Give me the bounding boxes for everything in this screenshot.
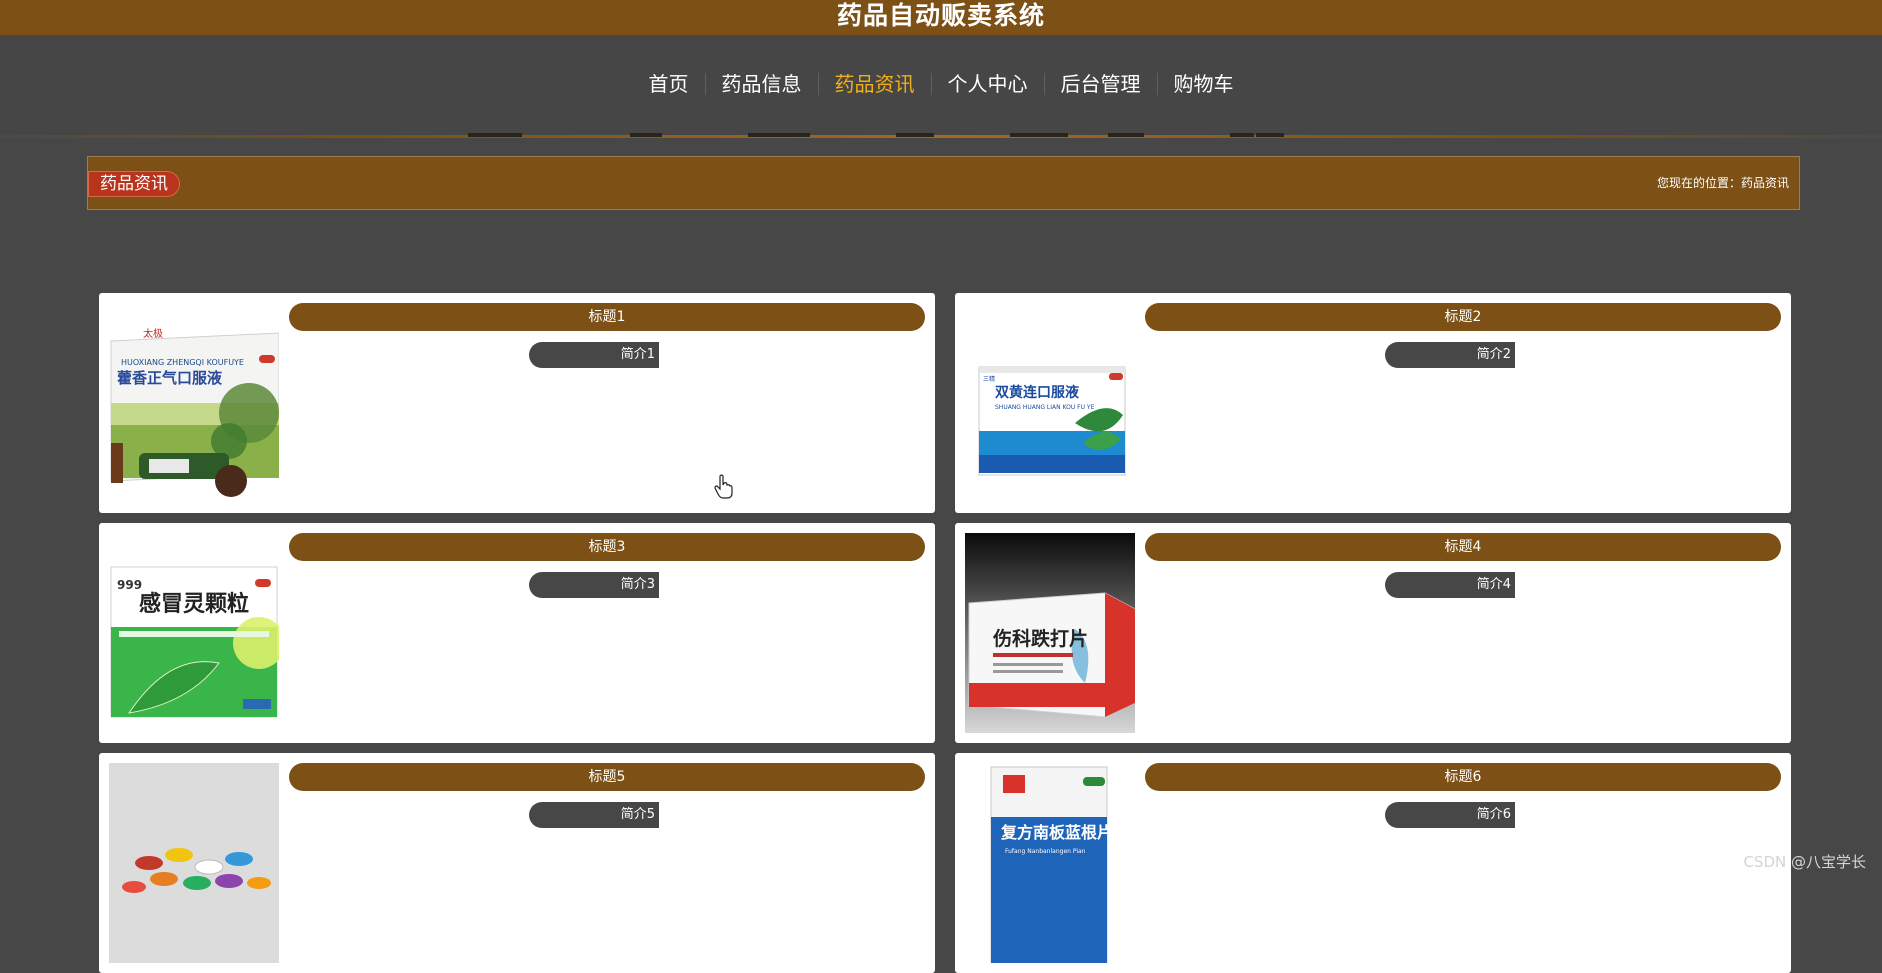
product-image[interactable]: 999 感冒灵颗粒 (109, 533, 279, 733)
svg-text:藿香正气口服液: 藿香正气口服液 (117, 369, 223, 387)
main-nav: 首页 药品信息 药品资讯 个人中心 后台管理 购物车 (0, 35, 1882, 135)
section-badge: 药品资讯 (88, 171, 180, 197)
news-intro: 简介6 (1385, 802, 1515, 828)
news-card[interactable]: 伤科跌打片 标题4 简介4 (955, 523, 1791, 743)
site-header: 药品自动贩卖系统 (0, 0, 1882, 35)
news-card[interactable]: 复方南板蓝根片 Fufang Nanbanlangen Pian 标题6 简介6 (955, 753, 1791, 973)
news-intro: 简介4 (1385, 572, 1515, 598)
svg-text:伤科跌打片: 伤科跌打片 (992, 627, 1088, 650)
nav-item-home[interactable]: 首页 (633, 71, 705, 97)
news-title[interactable]: 标题6 (1145, 763, 1781, 791)
nav-item-personal-center[interactable]: 个人中心 (932, 71, 1044, 97)
nav-item-admin[interactable]: 后台管理 (1045, 71, 1157, 97)
svg-text:SHUANG HUANG LIAN KOU FU YE: SHUANG HUANG LIAN KOU FU YE (995, 404, 1095, 411)
news-intro: 简介1 (529, 342, 659, 368)
nav-item-drug-info[interactable]: 药品信息 (706, 71, 818, 97)
nav-decoration (468, 133, 522, 137)
news-title[interactable]: 标题5 (289, 763, 925, 791)
news-card[interactable]: 双黄连口服液 SHUANG HUANG LIAN KOU FU YE 三精 标题… (955, 293, 1791, 513)
news-intro: 简介2 (1385, 342, 1515, 368)
svg-text:三精: 三精 (983, 375, 995, 383)
nav-decoration (1108, 133, 1144, 137)
product-image[interactable]: 双黄连口服液 SHUANG HUANG LIAN KOU FU YE 三精 (965, 303, 1135, 503)
nav-decoration (1010, 133, 1068, 137)
nav-item-cart[interactable]: 购物车 (1158, 71, 1250, 97)
news-title[interactable]: 标题2 (1145, 303, 1781, 331)
news-title[interactable]: 标题4 (1145, 533, 1781, 561)
nav-decoration (896, 133, 934, 137)
news-card[interactable]: capsules-photo 标题5 简介5 (99, 753, 935, 973)
nav-decoration (1256, 133, 1284, 137)
product-image[interactable]: 太极 HUOXIANG ZHENGQI KOUFUYE 藿香正气口服液 (109, 303, 279, 503)
svg-text:Fufang Nanbanlangen Pian: Fufang Nanbanlangen Pian (1005, 848, 1086, 855)
news-title[interactable]: 标题1 (289, 303, 925, 331)
product-image[interactable]: 复方南板蓝根片 Fufang Nanbanlangen Pian (965, 763, 1135, 963)
breadcrumb-bar: 药品资讯 您现在的位置：药品资讯 (87, 156, 1800, 210)
news-intro: 简介3 (529, 572, 659, 598)
product-image[interactable]: 伤科跌打片 (965, 533, 1135, 733)
nav-divider (0, 135, 1882, 138)
nav-decoration (748, 133, 810, 137)
svg-text:太极: 太极 (143, 327, 163, 340)
news-card[interactable]: 太极 HUOXIANG ZHENGQI KOUFUYE 藿香正气口服液 标题1 … (99, 293, 935, 513)
breadcrumb-location: 您现在的位置：药品资讯 (1656, 176, 1789, 190)
svg-text:双黄连口服液: 双黄连口服液 (995, 384, 1080, 401)
svg-text:复方南板蓝根片: 复方南板蓝根片 (1000, 823, 1113, 842)
site-title: 药品自动贩卖系统 (836, 1, 1045, 30)
svg-text:999: 999 (117, 578, 142, 592)
news-intro: 简介5 (529, 802, 659, 828)
news-card[interactable]: 999 感冒灵颗粒 标题3 简介3 (99, 523, 935, 743)
nav-decoration (1230, 133, 1254, 137)
nav-decoration (630, 133, 662, 137)
svg-text:HUOXIANG ZHENGQI KOUFUYE: HUOXIANG ZHENGQI KOUFUYE (121, 358, 244, 367)
product-image[interactable]: capsules-photo (109, 763, 279, 963)
svg-text:感冒灵颗粒: 感冒灵颗粒 (139, 591, 249, 617)
hand-cursor-icon (714, 474, 734, 504)
news-title[interactable]: 标题3 (289, 533, 925, 561)
watermark: CSDN @八宝学长 (1743, 853, 1866, 871)
nav-items: 首页 药品信息 药品资讯 个人中心 后台管理 购物车 (0, 71, 1882, 97)
nav-item-drug-news[interactable]: 药品资讯 (819, 71, 931, 97)
